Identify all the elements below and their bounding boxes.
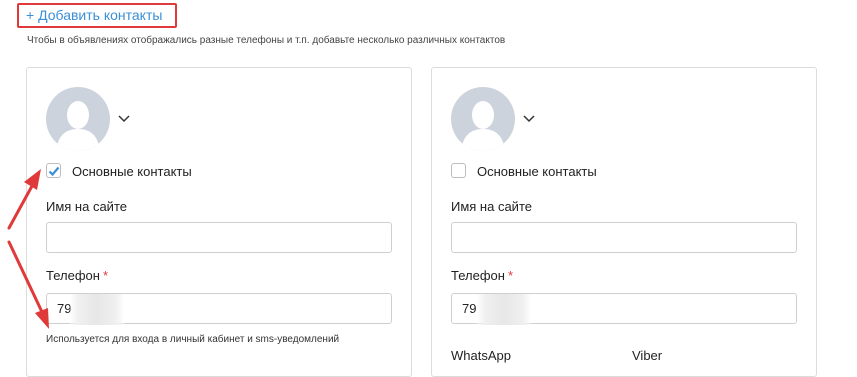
contact-card-2: Основные контакты Имя на сайте Телефон * … [431,67,817,377]
add-contacts-link[interactable]: + Добавить контакты [17,3,177,28]
viber-label: Viber [632,348,663,363]
phone-label: Телефон * [46,268,108,283]
chevron-down-icon[interactable] [118,115,130,123]
phone-redaction [70,294,124,325]
main-contacts-checkbox[interactable] [451,163,466,178]
chevron-down-icon[interactable] [523,115,535,123]
hint-text: Чтобы в объявлениях отображались разные … [27,35,506,46]
phone-label: Телефон * [451,268,513,283]
site-name-input[interactable] [46,222,392,253]
main-contacts-checkbox[interactable] [46,163,61,178]
site-name-label: Имя на сайте [451,199,532,214]
site-name-label: Имя на сайте [46,199,127,214]
main-contacts-label: Основные контакты [72,164,192,179]
whatsapp-label: WhatsApp [451,348,511,363]
site-name-input[interactable] [451,222,797,253]
main-contacts-label: Основные контакты [477,164,597,179]
phone-note: Используется для входа в личный кабинет … [46,334,340,345]
avatar-icon[interactable] [451,87,515,151]
phone-redaction [477,294,531,325]
contact-card-1: Основные контакты Имя на сайте Телефон * … [26,67,412,377]
avatar-icon[interactable] [46,87,110,151]
checkmark-icon [48,166,60,177]
